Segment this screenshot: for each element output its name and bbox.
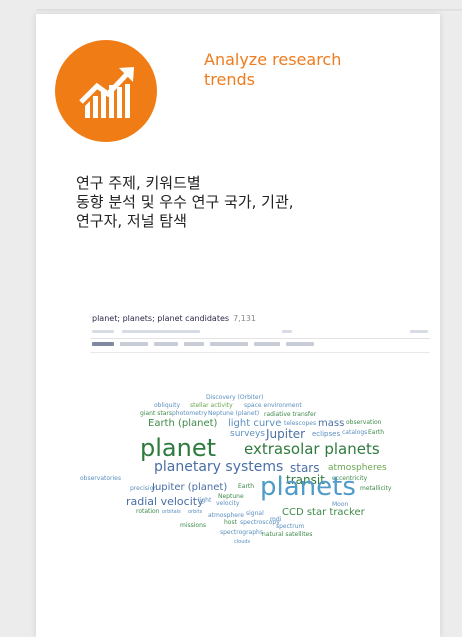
analysis-screenshot: planet; planets; planet candidates 7,131 [90, 306, 430, 358]
cloud-word: Jupiter (planet) [152, 482, 228, 493]
card-top-border [36, 9, 462, 13]
cloud-word: eclipses [312, 430, 341, 438]
screenshot-bottom-line [90, 352, 430, 353]
cloud-word: observation [346, 419, 382, 426]
description-line-2: 동향 분석 및 우수 연구 국가, 기관, [76, 193, 294, 211]
cloud-word: surveys [230, 429, 265, 439]
cloud-word: light [198, 497, 212, 504]
cloud-word: Discovery (Orbiter) [206, 394, 264, 401]
cloud-word: metallicity [360, 485, 392, 492]
cloud-word: spectrum [276, 523, 305, 530]
cloud-word: spectrographs [220, 529, 263, 536]
cloud-word: radial velocity [126, 495, 204, 508]
cloud-word: extrasolar planets [244, 440, 380, 458]
cloud-word: clouds [234, 539, 251, 545]
cloud-word: missions [180, 522, 207, 529]
description-line-1: 연구 주제, 키워드별 [76, 174, 201, 192]
screenshot-filter-row [92, 328, 428, 336]
screenshot-result-count: 7,131 [233, 314, 256, 323]
cloud-word: Earth [238, 483, 255, 490]
feature-title: Analyze research trends [204, 50, 404, 90]
screenshot-tab-bar [92, 342, 428, 350]
feature-description: 연구 주제, 키워드별 동향 분석 및 우수 연구 국가, 기관, 연구자, 저… [76, 174, 416, 231]
cloud-word: planet [140, 434, 216, 462]
cloud-word: rotation [136, 508, 160, 515]
screenshot-query-text: planet; planets; planet candidates [92, 314, 230, 323]
trend-chart-icon [79, 67, 134, 118]
screenshot-divider [90, 338, 430, 339]
cloud-word: Earth (planet) [148, 418, 218, 429]
cloud-word: CCD star tracker [282, 507, 365, 518]
cloud-word: space environment [244, 402, 302, 409]
keyword-word-cloud: Discovery (Orbiter) obliquity stellar ac… [80, 390, 430, 550]
cloud-word: planets [260, 472, 356, 502]
cloud-word: catalogs [342, 429, 368, 436]
cloud-word: host [224, 519, 237, 526]
cloud-word: photometry [172, 410, 208, 417]
cloud-word: velocity [216, 500, 240, 507]
cloud-word: Jupiter [266, 427, 306, 441]
cloud-word: stellar activity [190, 402, 233, 409]
cloud-word: mass [318, 418, 345, 429]
cloud-word: giant stars [140, 410, 172, 417]
feature-title-line-2: trends [204, 70, 255, 89]
feature-icon-circle [55, 40, 157, 142]
cloud-word: orbits [188, 509, 203, 515]
screenshot-query-title: planet; planets; planet candidates 7,131 [92, 314, 256, 323]
cloud-word: signal [246, 510, 264, 517]
cloud-word: Neptune (planet) [208, 410, 260, 417]
cloud-word: observatories [80, 475, 121, 482]
cloud-word: orbitals [162, 509, 181, 515]
cloud-word: Earth [368, 429, 385, 436]
feature-title-line-1: Analyze research [204, 50, 342, 69]
description-line-3: 연구자, 저널 탐색 [76, 212, 187, 230]
cloud-word: natural satellites [262, 531, 313, 538]
cloud-word: obliquity [154, 402, 180, 409]
